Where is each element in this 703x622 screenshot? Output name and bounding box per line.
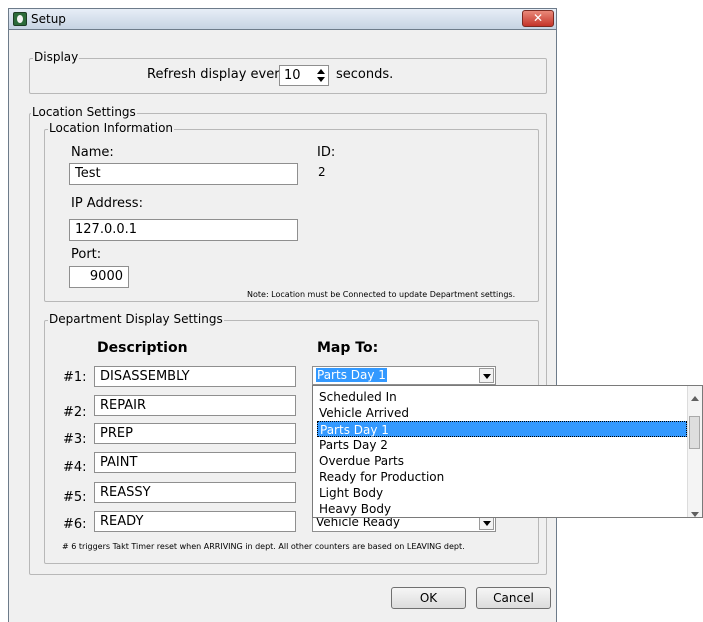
dropdown-option[interactable]: Ready for Production [317,469,689,485]
dept-row-6-description[interactable]: READY [94,511,296,532]
department-note: # 6 triggers Takt Timer reset when ARRIV… [62,542,465,551]
dept-row-6-number: #6: [63,517,87,532]
dept-row-2-description[interactable]: REPAIR [94,395,296,416]
location-note: Note: Location must be Connected to upda… [247,290,516,299]
display-legend: Display [33,50,80,64]
description-header: Description [97,340,188,356]
ok-button[interactable]: OK [391,587,466,609]
dept-row-4-number: #4: [63,460,87,475]
dept-row-1-map-to-value: Parts Day 1 [316,368,387,382]
dropdown-option-selected[interactable]: Parts Day 1 [317,421,687,437]
refresh-suffix-label: seconds. [336,67,394,82]
dept-row-3-description[interactable]: PREP [94,423,296,444]
scroll-up-icon[interactable] [691,390,699,404]
dropdown-option[interactable]: Heavy Body [317,501,689,516]
dropdown-option[interactable]: Parts Day 2 [317,437,689,453]
dept-row-5-number: #5: [63,490,87,505]
ip-address-field[interactable]: 127.0.0.1 [69,219,298,241]
port-label: Port: [71,247,102,262]
location-settings-legend: Location Settings [31,105,137,119]
ip-address-label: IP Address: [71,196,143,211]
app-icon [13,12,27,26]
dept-row-3-number: #3: [63,432,87,447]
department-settings-legend: Department Display Settings [48,312,224,326]
dropdown-option[interactable]: Overdue Parts [317,453,689,469]
dropdown-option[interactable]: Vehicle Arrived [317,405,689,421]
name-field[interactable]: Test [69,163,298,185]
window-title: Setup [31,12,66,26]
location-info-legend: Location Information [48,121,175,135]
close-button[interactable]: ✕ [522,10,554,27]
id-value: 2 [318,165,326,179]
map-to-header: Map To: [317,340,379,356]
cancel-button[interactable]: Cancel [476,587,551,609]
title-bar[interactable]: Setup ✕ [8,8,557,30]
dept-row-4-description[interactable]: PAINT [94,452,296,473]
dept-row-5-description[interactable]: REASSY [94,482,296,503]
dept-row-1-description[interactable]: DISASSEMBLY [94,366,296,387]
refresh-prefix-label: Refresh display every [147,67,288,82]
name-label: Name: [71,145,114,160]
refresh-interval-value: 10 [284,68,301,83]
map-to-dropdown-list[interactable]: Scheduled In Vehicle Arrived Parts Day 1… [312,385,703,518]
id-label: ID: [317,145,336,160]
scroll-down-icon[interactable] [691,507,699,521]
spinner-arrows-icon[interactable] [315,67,327,84]
dept-row-1-map-to-select[interactable]: Parts Day 1 [312,366,496,385]
port-field[interactable]: 9000 [69,266,129,288]
chevron-down-icon[interactable] [479,368,494,383]
scroll-thumb[interactable] [689,416,700,449]
dept-row-1-number: #1: [63,370,87,385]
dropdown-scrollbar[interactable] [687,386,702,517]
dropdown-option[interactable]: Light Body [317,485,689,501]
refresh-interval-spinner[interactable]: 10 [279,65,329,86]
dropdown-option[interactable]: Scheduled In [317,389,689,405]
dept-row-2-number: #2: [63,405,87,420]
